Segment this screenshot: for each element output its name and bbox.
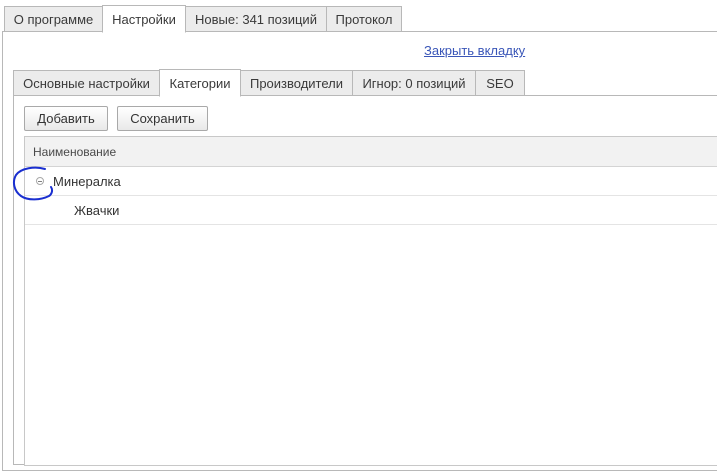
tab-main-settings-label: Основные настройки [23,75,150,91]
tab-about[interactable]: О программе [4,6,103,32]
categories-tree-grid: Наименование Минералка Жвачки [24,136,717,466]
tab-manufacturers-label: Производители [249,75,344,91]
tab-manufacturers[interactable]: Производители [240,70,353,96]
tab-ignore-label: Игнор: 0 позиций [362,75,466,91]
column-header-label: Наименование [33,144,117,159]
tab-categories[interactable]: Категории [159,69,241,97]
save-button[interactable]: Сохранить [117,106,208,131]
tab-about-label: О программе [13,11,94,27]
tree-row[interactable]: Минералка [25,167,717,196]
tree-row-label: Минералка [53,174,121,189]
tab-log[interactable]: Протокол [326,6,402,32]
tree-row-label: Жвачки [74,203,120,218]
tab-new-items-label: Новые: 341 позиций [195,11,317,27]
tab-settings[interactable]: Новые: 341 позиций [185,6,327,32]
annotation-circle-stroke [12,166,54,201]
add-button[interactable]: Добавить [24,106,108,131]
tab-seo[interactable]: SEO [475,70,525,96]
annotation-circle-icon [12,166,54,201]
tree-row[interactable]: Жвачки [25,196,717,225]
tab-settings-label: Настройки [112,11,176,27]
column-header-name[interactable]: Наименование [25,137,717,167]
tab-seo-label: SEO [486,75,514,91]
tab-main-settings[interactable]: Основные настройки [13,70,160,96]
tab-categories-label: Категории [169,75,231,91]
close-tab-link[interactable]: Закрыть вкладку [424,43,525,58]
tab-ignore[interactable]: Игнор: 0 позиций [352,70,476,96]
tab-settings-active[interactable]: Настройки [102,5,186,33]
tab-log-label: Протокол [335,11,393,27]
